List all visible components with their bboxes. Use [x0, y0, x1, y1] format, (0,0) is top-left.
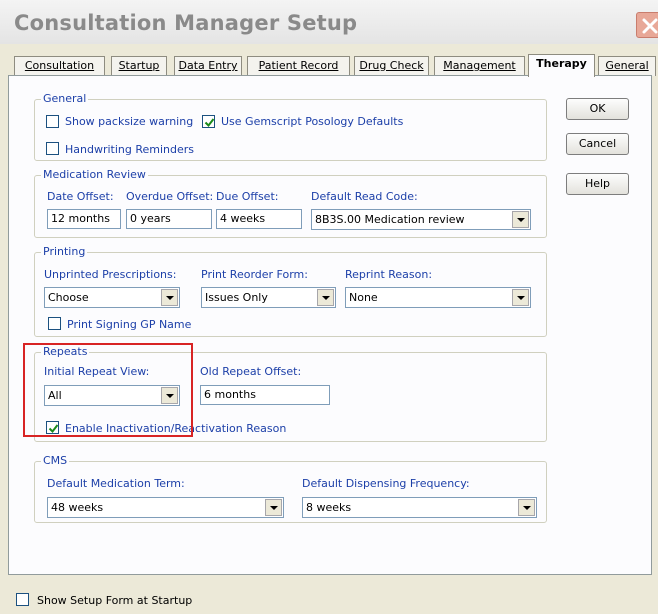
dropdown-arrow-button[interactable] — [512, 211, 529, 228]
initial-repeat-view-select[interactable]: All — [44, 385, 180, 406]
close-icon — [642, 18, 658, 34]
chevron-down-icon — [523, 506, 531, 510]
chevron-down-icon — [322, 296, 330, 300]
default-read-code-value: 8B3S.00 Medication review — [315, 213, 465, 226]
dropdown-arrow-button[interactable] — [161, 289, 178, 306]
default-medication-term-label: Default Medication Term: — [47, 477, 185, 490]
dropdown-arrow-button[interactable] — [265, 499, 282, 516]
reprint-reason-value: None — [349, 291, 378, 304]
date-offset-label: Date Offset: — [47, 190, 114, 203]
printing-title: Printing — [41, 245, 88, 258]
chevron-down-icon — [166, 296, 174, 300]
default-dispensing-frequency-label: Default Dispensing Frequency: — [302, 477, 470, 490]
reprint-reason-label: Reprint Reason: — [345, 268, 433, 281]
use-gemscript-label: Use Gemscript Posology Defaults — [221, 115, 404, 128]
use-gemscript-checkbox[interactable] — [202, 115, 215, 128]
medication-review-title: Medication Review — [41, 168, 148, 181]
dropdown-arrow-button[interactable] — [317, 289, 334, 306]
overdue-offset-input[interactable]: 0 years — [126, 209, 212, 229]
chevron-down-icon — [517, 296, 525, 300]
date-offset-input[interactable]: 12 months — [47, 209, 121, 229]
default-read-code-select[interactable]: 8B3S.00 Medication review — [311, 209, 531, 230]
print-reorder-form-label: Print Reorder Form: — [201, 268, 308, 281]
tab-management[interactable]: Management — [434, 56, 525, 76]
initial-repeat-view-value: All — [48, 389, 62, 402]
window-title: Consultation Manager Setup — [14, 11, 358, 35]
show-setup-checkbox[interactable] — [16, 593, 29, 606]
dropdown-arrow-button[interactable] — [161, 387, 178, 404]
unprinted-prescriptions-label: Unprinted Prescriptions: — [44, 268, 177, 281]
print-signing-gp-checkbox[interactable] — [48, 317, 61, 330]
handwriting-label: Handwriting Reminders — [65, 143, 195, 156]
default-medication-term-value: 48 weeks — [51, 501, 104, 514]
show-packsize-label: Show packsize warning — [65, 115, 194, 128]
default-medication-term-select[interactable]: 48 weeks — [47, 497, 284, 518]
tab-drug-check[interactable]: Drug Check — [354, 56, 429, 76]
dropdown-arrow-button[interactable] — [512, 289, 529, 306]
default-dispensing-frequency-select[interactable]: 8 weeks — [302, 497, 537, 518]
print-reorder-form-value: Issues Only — [205, 291, 268, 304]
therapy-panel: General Show packsize warning Use Gemscr… — [8, 75, 652, 575]
default-dispensing-frequency-value: 8 weeks — [306, 501, 352, 514]
cancel-button[interactable]: Cancel — [566, 133, 629, 155]
unprinted-prescriptions-value: Choose — [48, 291, 89, 304]
default-read-code-label: Default Read Code: — [311, 190, 418, 203]
old-repeat-offset-input[interactable]: 6 months — [200, 385, 330, 405]
due-offset-label: Due Offset: — [216, 190, 279, 203]
unprinted-prescriptions-select[interactable]: Choose — [44, 287, 180, 308]
tab-bar: Consultation Startup Data Entry Patient … — [14, 54, 658, 77]
handwriting-checkbox[interactable] — [46, 142, 59, 155]
tab-patient-record[interactable]: Patient Record — [247, 56, 350, 76]
enable-inactivation-checkbox[interactable] — [46, 421, 59, 434]
checkmark-icon — [204, 118, 215, 128]
chevron-down-icon — [166, 394, 174, 398]
cms-title: CMS — [41, 454, 70, 467]
initial-repeat-view-label: Initial Repeat View: — [44, 365, 150, 378]
old-repeat-offset-label: Old Repeat Offset: — [200, 365, 302, 378]
reprint-reason-select[interactable]: None — [345, 287, 531, 308]
due-offset-input[interactable]: 4 weeks — [216, 209, 302, 229]
tab-general[interactable]: General — [598, 56, 656, 76]
tab-therapy[interactable]: Therapy — [528, 54, 595, 77]
tab-consultation[interactable]: Consultation — [14, 56, 105, 76]
ok-button[interactable]: OK — [566, 98, 629, 120]
chevron-down-icon — [517, 218, 525, 222]
general-group-title: General — [41, 92, 89, 105]
help-button[interactable]: Help — [566, 173, 629, 195]
repeats-title: Repeats — [41, 345, 90, 358]
close-button[interactable] — [636, 12, 658, 38]
tab-data-entry[interactable]: Data Entry — [174, 56, 242, 76]
dropdown-arrow-button[interactable] — [518, 499, 535, 516]
print-reorder-form-select[interactable]: Issues Only — [201, 287, 336, 308]
tab-startup[interactable]: Startup — [111, 56, 167, 76]
overdue-offset-label: Overdue Offset: — [126, 190, 214, 203]
enable-inactivation-label: Enable Inactivation/Reactivation Reason — [65, 422, 287, 435]
print-signing-gp-label: Print Signing GP Name — [67, 318, 192, 331]
checkmark-icon — [48, 424, 59, 434]
chevron-down-icon — [270, 506, 278, 510]
show-packsize-checkbox[interactable] — [46, 115, 59, 128]
title-bar: Consultation Manager Setup — [0, 0, 658, 44]
show-setup-label: Show Setup Form at Startup — [37, 594, 193, 607]
